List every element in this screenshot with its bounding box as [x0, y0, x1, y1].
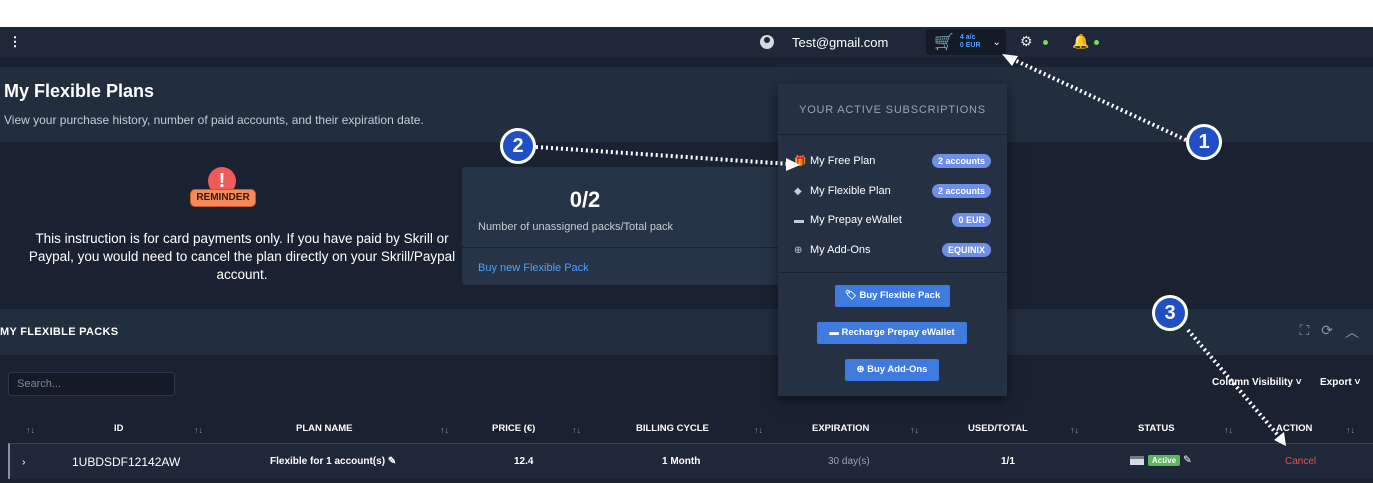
status-dot: [1094, 40, 1099, 45]
tag-icon: ◆: [794, 185, 802, 197]
top-bar: ⋮ Test@gmail.com 🛒 4 a/c 0 EUR ⌄ ⚙ 🔔: [0, 27, 1373, 57]
column-header-status[interactable]: STATUS: [1138, 423, 1175, 434]
cart-icon: 🛒: [934, 34, 954, 51]
column-header-price[interactable]: PRICE (€): [492, 423, 535, 434]
reminder-icon: ! REMINDER: [190, 167, 256, 211]
bell-icon[interactable]: 🔔: [1072, 33, 1089, 50]
credit-card-icon: [1130, 455, 1144, 465]
badge: 2 accounts: [931, 184, 991, 198]
page-header: My Flexible Plans View your purchase his…: [0, 67, 1373, 142]
sort-icon[interactable]: ↑↓: [910, 425, 919, 435]
vertical-dots-icon[interactable]: ⋮: [6, 33, 24, 51]
badge: EQUINIX: [941, 243, 991, 257]
user-menu[interactable]: Test@gmail.com: [760, 27, 888, 57]
unassigned-packs-card: 0/2 Number of unassigned packs/Total pac…: [462, 167, 778, 285]
column-header-action[interactable]: ACTION: [1276, 423, 1312, 434]
page-title: My Flexible Plans: [4, 81, 155, 101]
column-header-expiration[interactable]: EXPIRATION: [812, 423, 869, 434]
status-dot: [1043, 40, 1048, 45]
row-price: 12.4: [514, 456, 534, 467]
divider: [778, 272, 1007, 273]
row-status: Active ✎: [1130, 454, 1192, 466]
buy-add-ons-button[interactable]: ⊕ Buy Add-Ons: [845, 359, 939, 381]
gear-icon[interactable]: ⚙: [1020, 33, 1033, 50]
menu-item-label: My Flexible Plan: [810, 185, 891, 197]
recharge-ewallet-button[interactable]: ▬ Recharge Prepay eWallet: [817, 322, 967, 344]
sort-icon[interactable]: ↑↓: [1224, 425, 1233, 435]
sort-icon[interactable]: ↑↓: [440, 425, 449, 435]
expand-icon[interactable]: ⛶: [1299, 322, 1309, 342]
refresh-icon[interactable]: ⟳: [1321, 322, 1333, 342]
column-header-used-total[interactable]: USED/TOTAL: [968, 423, 1028, 434]
sort-icon[interactable]: ↑↓: [26, 425, 35, 435]
column-header-plan-name[interactable]: PLAN NAME: [296, 423, 352, 434]
pencil-icon[interactable]: ✎: [1183, 454, 1192, 466]
sort-icon[interactable]: ↑↓: [194, 425, 203, 435]
row-plan-name: Flexible for 1 account(s) ✎: [270, 456, 396, 467]
callout-marker-3: 3: [1152, 295, 1188, 331]
chevron-up-icon[interactable]: ︿: [1345, 322, 1359, 342]
menu-item-label: My Add-Ons: [810, 244, 871, 256]
cart-amount: 0 EUR: [959, 42, 981, 49]
subscriptions-dropdown: YOUR ACTIVE SUBSCRIPTIONS 🎁 My Free Plan…: [778, 84, 1007, 396]
pencil-icon[interactable]: ✎: [388, 456, 396, 467]
avatar-icon: [760, 35, 774, 49]
callout-number: 2: [503, 131, 533, 161]
menu-item-label: My Prepay eWallet: [810, 214, 902, 226]
expand-row-icon[interactable]: ›: [22, 456, 26, 468]
reminder-text: This instruction is for card payments on…: [28, 231, 456, 282]
column-visibility-button[interactable]: Column Visibility ˅: [1212, 377, 1302, 388]
export-label: Export: [1320, 377, 1352, 388]
gift-icon: 🎁: [794, 155, 807, 167]
sort-icon[interactable]: ↑↓: [1346, 425, 1355, 435]
button-label: Buy Flexible Pack: [859, 290, 941, 301]
sort-icon[interactable]: ↑↓: [572, 425, 581, 435]
row-id: 1UBDSDF12142AW: [72, 455, 181, 469]
packs-title: MY FLEXIBLE PACKS: [0, 326, 119, 338]
badge: 0 EUR: [952, 213, 991, 227]
stat-value: 0/2: [569, 187, 601, 212]
buy-flexible-pack-button[interactable]: 🏷 Buy Flexible Pack: [835, 285, 950, 307]
cart-button[interactable]: 🛒 4 a/c 0 EUR ⌄: [926, 29, 1006, 55]
stat-label: Number of unassigned packs/Total pack: [478, 221, 674, 233]
row-expiration: 30 day(s): [828, 456, 870, 467]
app-window: ⋮ Test@gmail.com 🛒 4 a/c 0 EUR ⌄ ⚙ 🔔 My …: [0, 27, 1373, 483]
button-label: Buy Add-Ons: [867, 364, 928, 375]
callout-marker-1: 1: [1186, 124, 1222, 160]
plan-name-text: Flexible for 1 account(s): [270, 456, 386, 467]
menu-item-prepay-ewallet[interactable]: ▬ My Prepay eWallet: [794, 212, 902, 228]
menu-item-flexible-plan[interactable]: ◆ My Flexible Plan: [794, 183, 891, 199]
column-visibility-label: Column Visibility: [1212, 377, 1293, 388]
status-badge: Active: [1148, 455, 1181, 466]
sort-icon[interactable]: ↑↓: [1070, 425, 1079, 435]
divider: [778, 134, 1007, 135]
callout-number: 3: [1155, 298, 1185, 328]
cart-accounts: 4 a/c: [959, 34, 976, 41]
plus-circle-icon: ⊕: [794, 244, 803, 256]
row-billing-cycle: 1 Month: [662, 456, 701, 467]
search-input[interactable]: Search...: [8, 372, 175, 396]
callout-number: 1: [1189, 127, 1219, 157]
column-header-id[interactable]: ID: [114, 423, 124, 434]
column-header-billing-cycle[interactable]: BILLING CYCLE: [636, 423, 709, 434]
export-button[interactable]: Export ˅: [1320, 377, 1360, 388]
divider: [462, 247, 778, 248]
wallet-icon: ▬: [794, 214, 804, 226]
page-subtitle: View your purchase history, number of pa…: [4, 113, 424, 127]
button-label: Recharge Prepay eWallet: [841, 327, 955, 338]
menu-item-add-ons[interactable]: ⊕ My Add-Ons: [794, 242, 871, 258]
user-email: Test@gmail.com: [792, 34, 889, 50]
badge: 2 accounts: [931, 154, 991, 168]
row-used-total: 1/1: [1001, 456, 1015, 467]
reminder-badge: REMINDER: [190, 189, 256, 207]
cancel-link[interactable]: Cancel: [1285, 456, 1316, 467]
menu-item-label: My Free Plan: [810, 155, 876, 167]
buy-new-flexible-pack-link[interactable]: Buy new Flexible Pack: [478, 262, 589, 274]
callout-marker-2: 2: [500, 128, 536, 164]
chevron-down-icon: ⌄: [992, 36, 1001, 48]
dropdown-title: YOUR ACTIVE SUBSCRIPTIONS: [799, 104, 986, 116]
menu-item-free-plan[interactable]: 🎁 My Free Plan: [794, 153, 875, 169]
sort-icon[interactable]: ↑↓: [754, 425, 763, 435]
